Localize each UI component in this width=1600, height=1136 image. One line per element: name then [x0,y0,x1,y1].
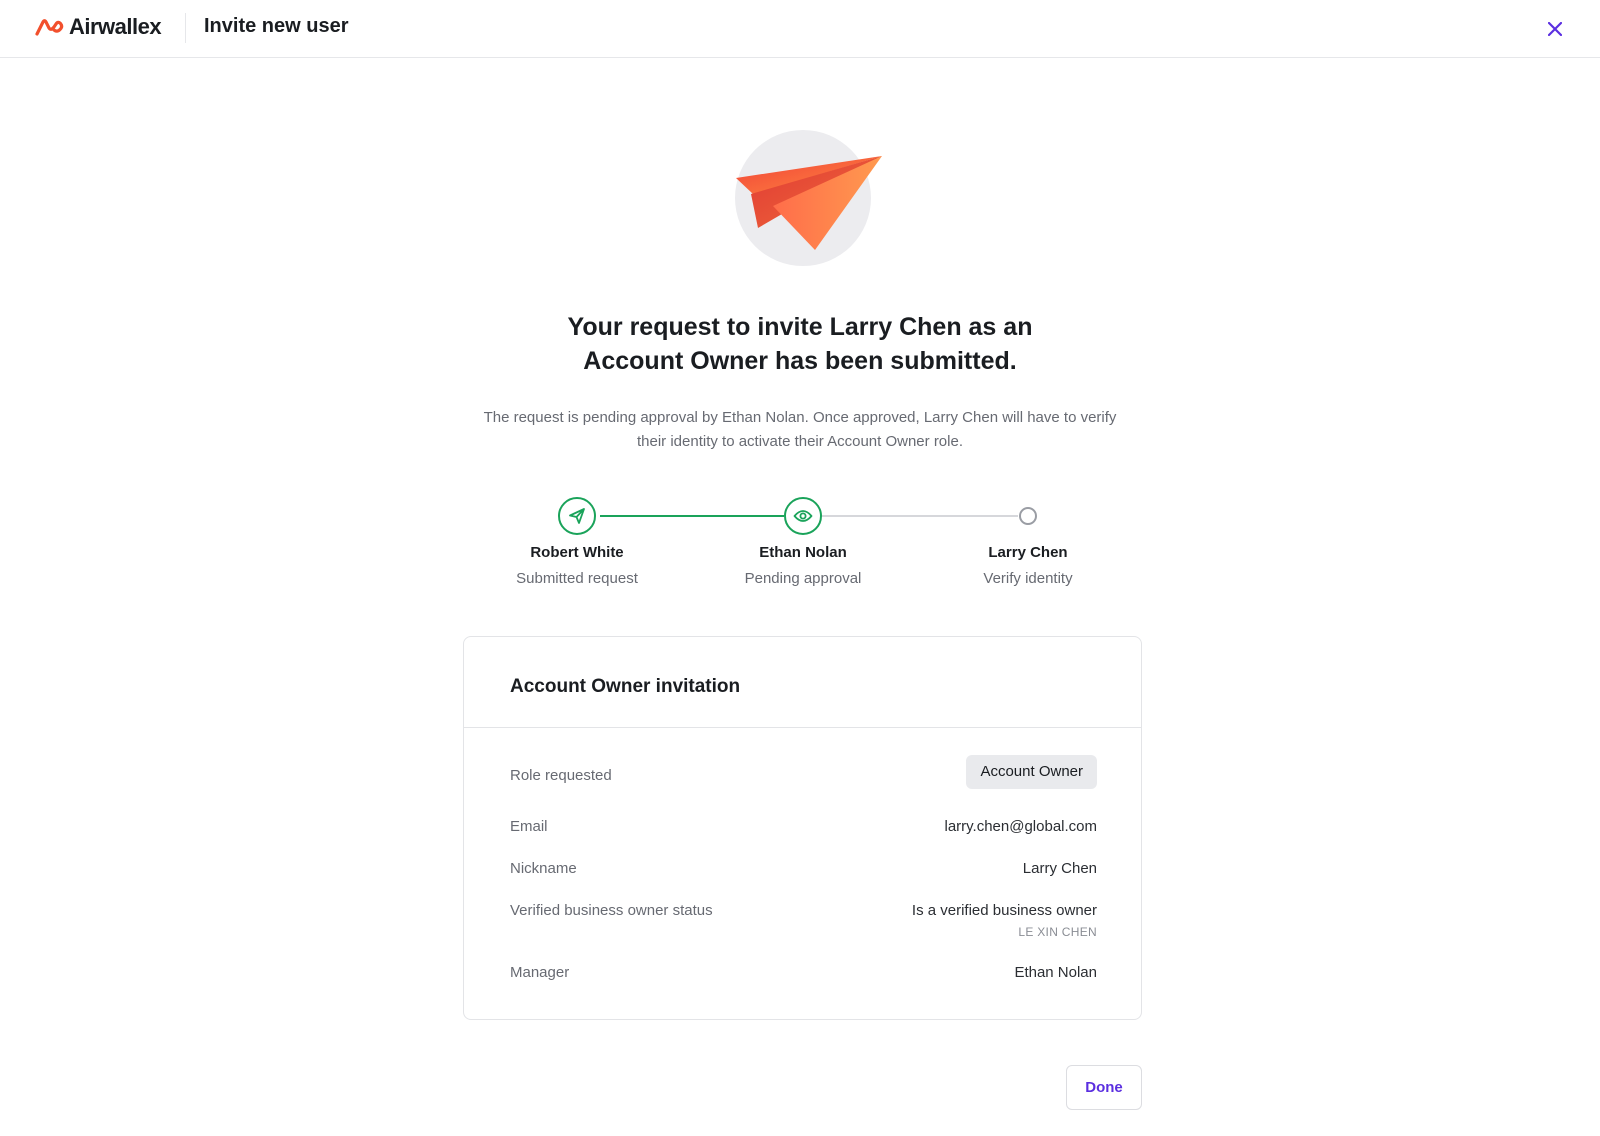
description-line-2: their identity to activate their Account… [637,433,963,450]
eye-icon [793,510,813,522]
role-badge: Account Owner [966,755,1097,789]
step-1-node [558,497,596,535]
verified-owner-name: LE XIN CHEN [1018,925,1097,939]
nickname-value: Larry Chen [1022,860,1097,877]
card-title: Account Owner invitation [510,676,741,697]
invitation-details-card: Account Owner invitation Role requested … [463,636,1142,1020]
nickname-label: Nickname [510,860,577,877]
step-2-status: Pending approval [744,570,862,587]
page-title: Invite new user [204,15,349,37]
top-bar: Airwallex Invite new user [0,0,1600,58]
description-line-1: The request is pending approval by Ethan… [483,409,1117,426]
headline-line-2: Account Owner has been submitted. [583,347,1017,375]
close-icon [1548,22,1562,36]
approval-stepper: Robert White Submitted request Ethan Nol… [0,496,1600,596]
stepper-connector-complete [600,515,784,517]
step-1-name: Robert White [530,544,624,561]
close-button[interactable] [1540,14,1570,44]
header-divider [185,13,186,43]
email-value: larry.chen@global.com [944,818,1097,835]
confirmation-headline: Your request to invite Larry Chen as an … [500,310,1100,378]
brand-name: Airwallex [69,14,162,39]
done-button[interactable]: Done [1066,1065,1142,1110]
email-label: Email [510,818,548,835]
send-icon [569,508,585,524]
verified-status-value: Is a verified business owner [911,902,1097,919]
airwallex-logo-icon [35,19,64,36]
step-3-node [1019,507,1037,525]
airwallex-logo[interactable]: Airwallex [35,14,162,40]
manager-value: Ethan Nolan [1014,964,1097,981]
card-header: Account Owner invitation [464,637,1141,728]
step-3-status: Verify identity [983,570,1073,587]
step-2-name: Ethan Nolan [759,544,847,561]
step-3-name: Larry Chen [988,544,1068,561]
role-label: Role requested [510,767,612,784]
confirmation-description: The request is pending approval by Ethan… [460,406,1140,454]
manager-label: Manager [510,964,570,981]
stepper-connector-pending [822,515,1018,517]
headline-line-1: Your request to invite Larry Chen as an [567,313,1033,341]
verified-status-label: Verified business owner status [510,902,713,919]
step-1-status: Submitted request [516,570,638,587]
step-2-node [784,497,822,535]
paper-plane-icon [736,156,882,250]
